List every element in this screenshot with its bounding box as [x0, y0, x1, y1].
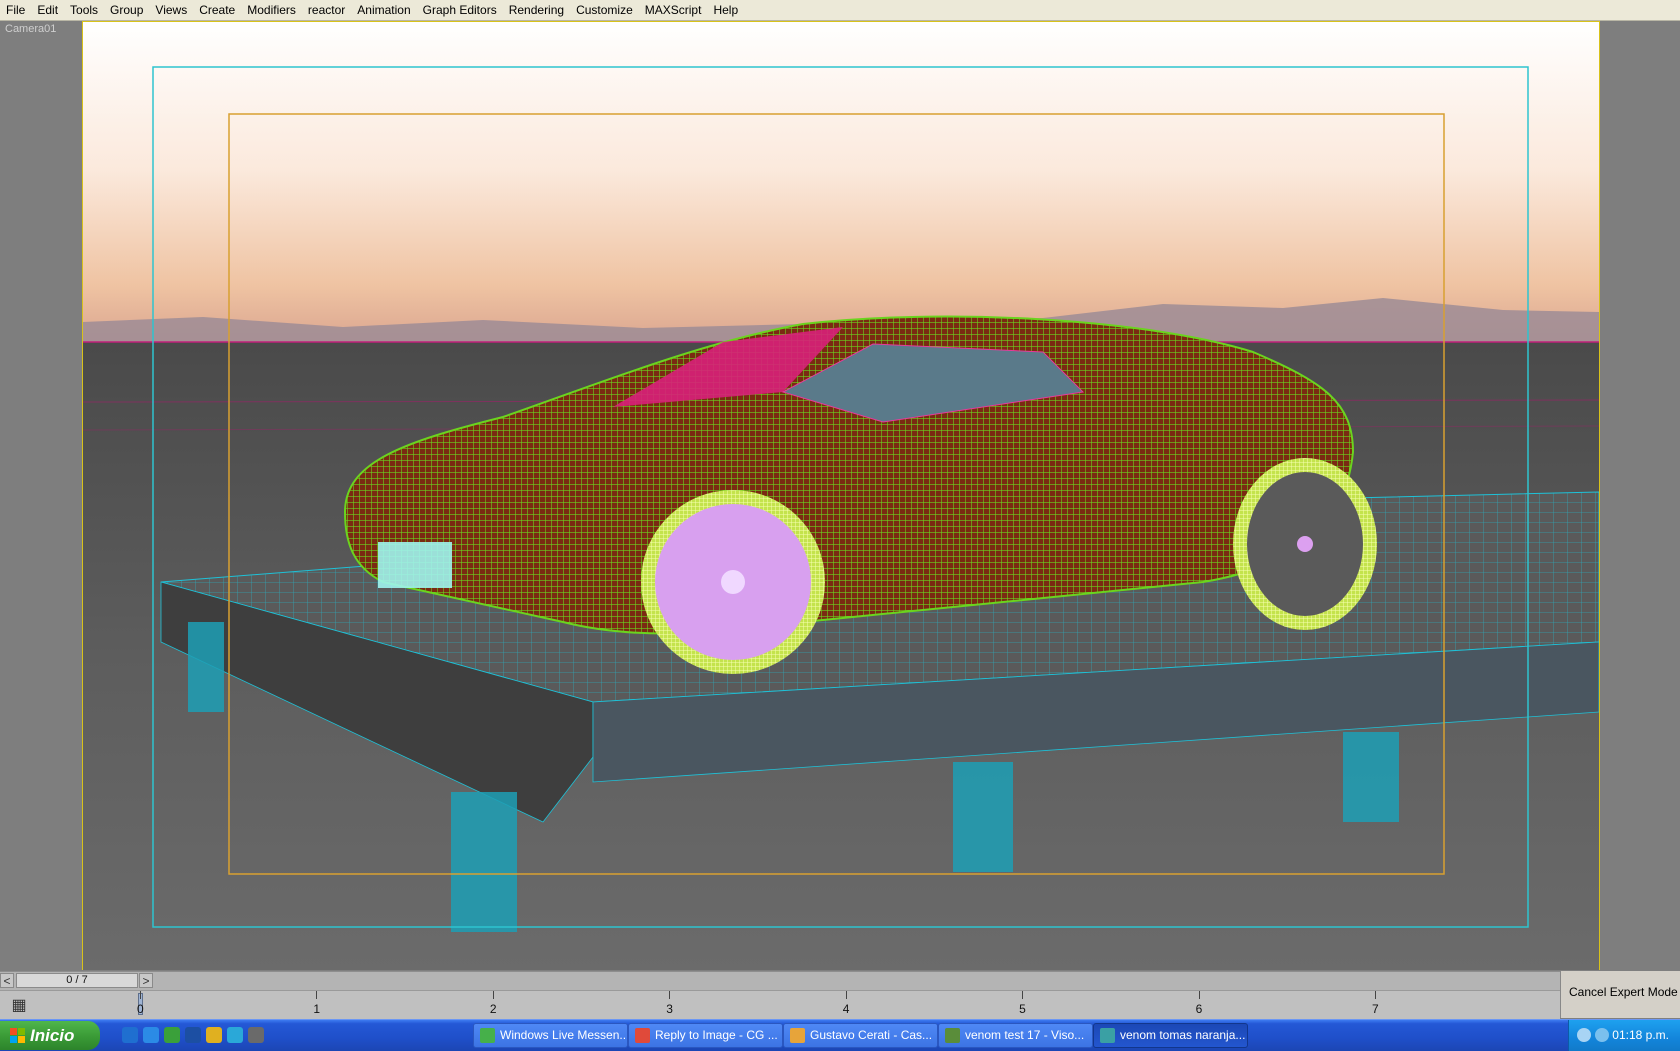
expert-mode-panel: Cancel Expert Mode	[1560, 971, 1680, 1018]
track-tick-label: 3	[666, 1002, 673, 1016]
menu-animation[interactable]: Animation	[351, 0, 416, 20]
time-slider-thumb[interactable]: 0 / 7	[16, 973, 138, 988]
menu-reactor[interactable]: reactor	[302, 0, 351, 20]
app-icon	[945, 1028, 960, 1043]
time-slider[interactable]: < 0 / 7 >	[0, 971, 1560, 990]
track-tick-label: 0	[137, 1002, 144, 1016]
taskbar-button[interactable]: venom test 17 - Viso...	[938, 1023, 1093, 1048]
menu-customize[interactable]: Customize	[570, 0, 639, 20]
menu-views[interactable]: Views	[149, 0, 193, 20]
taskbar-button[interactable]: Reply to Image - CG ...	[628, 1023, 783, 1048]
time-prev-button[interactable]: <	[0, 973, 14, 988]
track-bar[interactable]: ▦ 0 1 2 3 4 5 6 7	[0, 990, 1560, 1019]
track-tick-6	[1198, 991, 1200, 999]
photoshop-icon[interactable]	[164, 1027, 180, 1043]
track-tick-label: 7	[1372, 1002, 1379, 1016]
scene-image	[83, 22, 1599, 970]
track-tick-label: 5	[1019, 1002, 1026, 1016]
menu-bar: File Edit Tools Group Views Create Modif…	[0, 0, 1680, 21]
menu-edit[interactable]: Edit	[31, 0, 64, 20]
tray-arrow-icon[interactable]	[1577, 1028, 1591, 1042]
menu-create[interactable]: Create	[193, 0, 241, 20]
browser-icon[interactable]	[143, 1027, 159, 1043]
track-bar-icon[interactable]: ▦	[8, 997, 30, 1015]
messenger-icon[interactable]	[185, 1027, 201, 1043]
app-icon	[1100, 1028, 1115, 1043]
track-tick-label: 4	[842, 1002, 850, 1016]
track-tick-0	[140, 991, 141, 999]
taskbar-button[interactable]: Windows Live Messen...	[473, 1023, 628, 1048]
app-icon	[635, 1028, 650, 1043]
menu-maxscript[interactable]: MAXScript	[639, 0, 708, 20]
menu-rendering[interactable]: Rendering	[503, 0, 570, 20]
track-tick-2	[492, 991, 494, 999]
track-tick-label: 6	[1195, 1002, 1203, 1016]
track-tick-7	[1375, 991, 1377, 999]
taskbar: Inicio Windows Live Messen... Reply to Im…	[0, 1019, 1680, 1051]
track-ruler[interactable]: 0 1 2 3 4 5 6 7	[137, 991, 1558, 1019]
app-icon	[790, 1028, 805, 1043]
rendered-scene	[82, 21, 1600, 970]
track-tick-3	[669, 991, 671, 999]
ie-icon[interactable]	[122, 1027, 138, 1043]
app-icon[interactable]	[248, 1027, 264, 1043]
track-tick-label: 2	[489, 1002, 497, 1016]
taskbar-button-label: venom test 17 - Viso...	[965, 1028, 1085, 1042]
chrome-icon[interactable]	[206, 1027, 222, 1043]
taskbar-button[interactable]: Gustavo Cerati - Cas...	[783, 1023, 938, 1048]
track-tick-label: 1	[313, 1002, 321, 1016]
taskbar-button-label: Windows Live Messen...	[500, 1028, 628, 1042]
taskbar-button-label: Gustavo Cerati - Cas...	[810, 1028, 933, 1042]
menu-tools[interactable]: Tools	[64, 0, 104, 20]
taskbar-button[interactable]: venom tomas naranja...	[1093, 1023, 1248, 1048]
system-tray: 01:18 p.m.	[1568, 1020, 1680, 1051]
track-tick-4	[845, 991, 847, 999]
track-tick-5	[1022, 991, 1024, 999]
menu-file[interactable]: File	[0, 0, 31, 20]
menu-help[interactable]: Help	[707, 0, 744, 20]
taskbar-button-label: Reply to Image - CG ...	[655, 1028, 778, 1042]
time-next-button[interactable]: >	[139, 973, 153, 988]
clock[interactable]: 01:18 p.m.	[1612, 1028, 1669, 1042]
cancel-expert-mode-button[interactable]: Cancel Expert Mode	[1569, 985, 1678, 999]
start-label: Inicio	[30, 1026, 75, 1045]
menu-group[interactable]: Group	[104, 0, 149, 20]
menu-graph-editors[interactable]: Graph Editors	[417, 0, 503, 20]
skype-icon[interactable]	[227, 1027, 243, 1043]
network-icon[interactable]	[1595, 1028, 1609, 1042]
camera-viewport[interactable]: Camera01	[0, 21, 1680, 970]
viewport-label[interactable]: Camera01	[5, 23, 56, 35]
track-tick-1	[316, 991, 318, 999]
menu-modifiers[interactable]: Modifiers	[241, 0, 302, 20]
windows-flag-icon	[10, 1028, 25, 1043]
app-icon	[480, 1028, 495, 1043]
start-button[interactable]: Inicio	[0, 1021, 100, 1050]
taskbar-button-label: venom tomas naranja...	[1120, 1028, 1246, 1042]
